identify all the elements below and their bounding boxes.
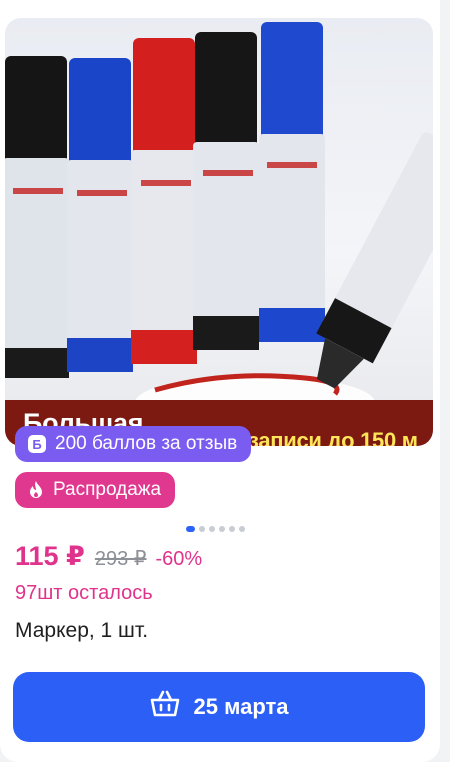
delivery-date-label: 25 марта bbox=[193, 694, 289, 719]
product-image[interactable]: Большая Длина записи до 150 м bbox=[5, 18, 433, 446]
sale-badge-label: Распродажа bbox=[53, 479, 162, 500]
stock-left: 97шт осталось bbox=[15, 582, 153, 604]
discount-percent: -60% bbox=[155, 548, 203, 570]
flame-icon bbox=[27, 480, 45, 500]
old-price: 293 ₽ bbox=[94, 548, 147, 570]
current-price: 115 ₽ bbox=[15, 541, 85, 571]
markers-illustration bbox=[5, 22, 433, 431]
pagination-dot[interactable] bbox=[199, 526, 205, 532]
pagination-dot[interactable] bbox=[209, 526, 215, 532]
product-card[interactable]: Большая Длина записи до 150 м Б 200 балл… bbox=[0, 0, 440, 762]
pagination-dot[interactable] bbox=[219, 526, 225, 532]
sale-badge: Распродажа bbox=[15, 472, 176, 508]
product-title[interactable]: Маркер, 1 шт. bbox=[15, 619, 148, 643]
basket-icon bbox=[150, 690, 180, 724]
pagination-dot[interactable] bbox=[239, 526, 245, 532]
svg-text:Б: Б bbox=[32, 437, 41, 452]
bonus-icon: Б bbox=[27, 434, 47, 454]
bonus-badge-label: 200 баллов за отзыв bbox=[55, 433, 238, 454]
pagination-dot-active[interactable] bbox=[186, 526, 195, 532]
add-to-cart-button[interactable]: 25 марта bbox=[13, 672, 425, 742]
pagination-dot[interactable] bbox=[229, 526, 235, 532]
price-row: 115 ₽ 293 ₽ -60% bbox=[15, 541, 202, 572]
gallery-pagination bbox=[186, 526, 245, 532]
bonus-badge: Б 200 баллов за отзыв bbox=[15, 426, 252, 462]
